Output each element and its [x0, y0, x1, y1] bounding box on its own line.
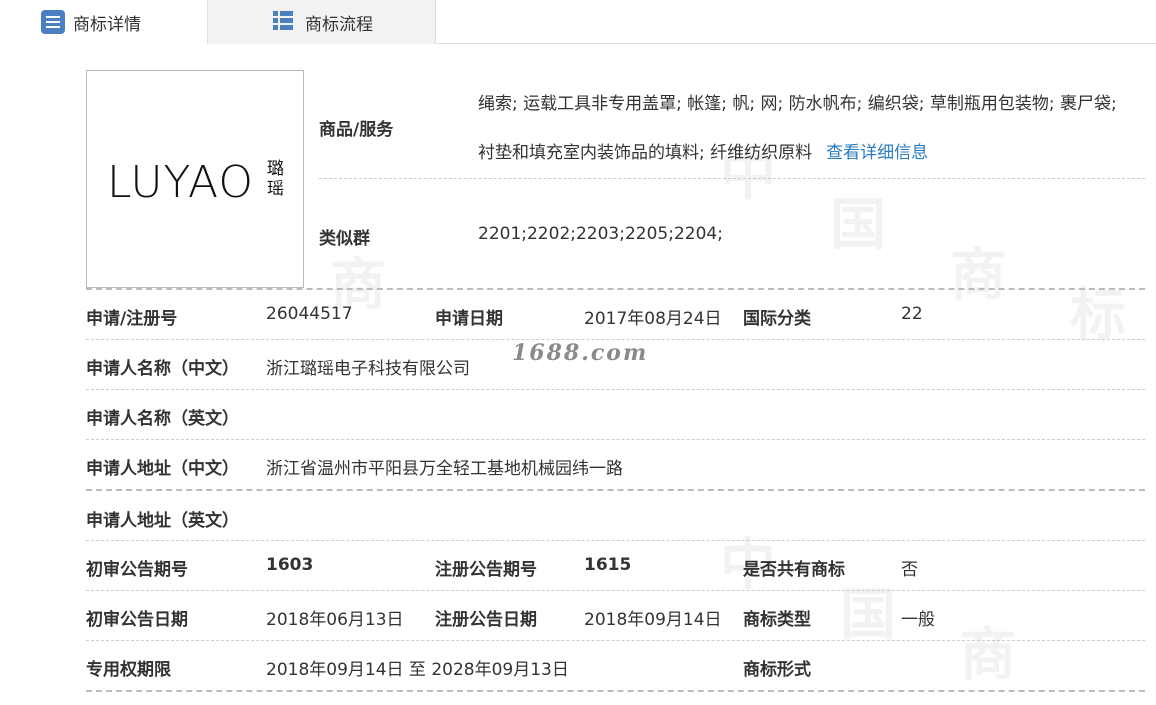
reg-pub-date-value: 2018年09月14日 — [584, 610, 722, 630]
divider — [86, 690, 1145, 692]
prelim-pub-date-value: 2018年06月13日 — [266, 610, 404, 630]
similar-group-label: 类似群 — [319, 229, 370, 249]
logo-wordmark: LUYAO — [107, 157, 254, 208]
goods-services-line2: 衬垫和填充室内装饰品的填料; 纤维纺织原料 查看详细信息 — [478, 138, 928, 163]
tm-form-label: 商标形式 — [743, 660, 811, 680]
applicant-address-en-label: 申请人地址（英文） — [86, 511, 239, 531]
tab-trademark-flow[interactable]: 商标流程 — [207, 0, 436, 44]
reg-pub-no-label: 注册公告期号 — [435, 560, 537, 580]
tm-type-value: 一般 — [901, 610, 935, 630]
shared-tm-value: 否 — [901, 560, 918, 580]
apply-date-label: 申请日期 — [435, 309, 503, 329]
prelim-pub-no-label: 初审公告期号 — [86, 560, 188, 580]
logo-chinese: 璐瑶 — [267, 159, 284, 199]
divider — [86, 288, 1145, 290]
reg-no-label: 申请/注册号 — [86, 309, 178, 329]
view-details-link[interactable]: 查看详细信息 — [826, 143, 928, 163]
goods-services-line2-text: 衬垫和填充室内装饰品的填料; 纤维纺织原料 — [478, 143, 813, 163]
prelim-pub-date-label: 初审公告日期 — [86, 610, 188, 630]
tab-trademark-flow-label: 商标流程 — [305, 14, 373, 35]
intl-class-label: 国际分类 — [743, 309, 811, 329]
applicant-address-cn-value: 浙江省温州市平阳县万全轻工基地机械园纬一路 — [266, 459, 623, 479]
divider — [86, 640, 1145, 641]
divider — [86, 389, 1145, 390]
divider — [86, 489, 1145, 491]
tab-trademark-detail[interactable]: 商标详情 — [0, 0, 207, 44]
divider — [86, 590, 1145, 591]
watermark-char: 商 — [960, 623, 1016, 688]
goods-services-line1: 绳索; 运载工具非专用盖罩; 帐篷; 帆; 网; 防水帆布; 编织袋; 草制瓶用… — [478, 94, 1117, 114]
intl-class-value: 22 — [901, 304, 923, 324]
reg-pub-no-value: 1615 — [584, 555, 632, 575]
watermark-char: 商 — [950, 243, 1006, 308]
reg-no-value: 26044517 — [266, 304, 353, 324]
watermark-char: 国 — [830, 193, 886, 258]
applicant-name-cn-value: 浙江璐瑶电子科技有限公司 — [266, 359, 470, 379]
site-watermark: 1688.com — [512, 340, 649, 366]
applicant-name-en-label: 申请人名称（英文） — [86, 409, 239, 429]
document-icon — [40, 9, 66, 35]
similar-group-value: 2201;2202;2203;2205;2204; — [478, 224, 723, 244]
prelim-pub-no-value: 1603 — [266, 555, 314, 575]
applicant-name-cn-label: 申请人名称（中文） — [86, 359, 239, 379]
apply-date-value: 2017年08月24日 — [584, 309, 722, 329]
tab-bar: 商标详情 商标流程 — [0, 0, 1156, 44]
tm-type-label: 商标类型 — [743, 610, 811, 630]
reg-pub-date-label: 注册公告日期 — [435, 610, 537, 630]
exclusive-term-value: 2018年09月14日 至 2028年09月13日 — [266, 660, 569, 680]
tab-trademark-detail-label: 商标详情 — [73, 14, 141, 35]
watermark-char: 国 — [840, 583, 896, 648]
list-icon — [272, 9, 298, 35]
applicant-address-cn-label: 申请人地址（中文） — [86, 459, 239, 479]
divider — [86, 439, 1145, 440]
exclusive-term-label: 专用权期限 — [86, 660, 171, 680]
divider — [86, 540, 1145, 541]
divider — [319, 178, 1145, 179]
shared-tm-label: 是否共有商标 — [743, 560, 845, 580]
trademark-image: LUYAO 璐瑶 — [86, 70, 304, 288]
goods-services-label: 商品/服务 — [319, 120, 394, 140]
